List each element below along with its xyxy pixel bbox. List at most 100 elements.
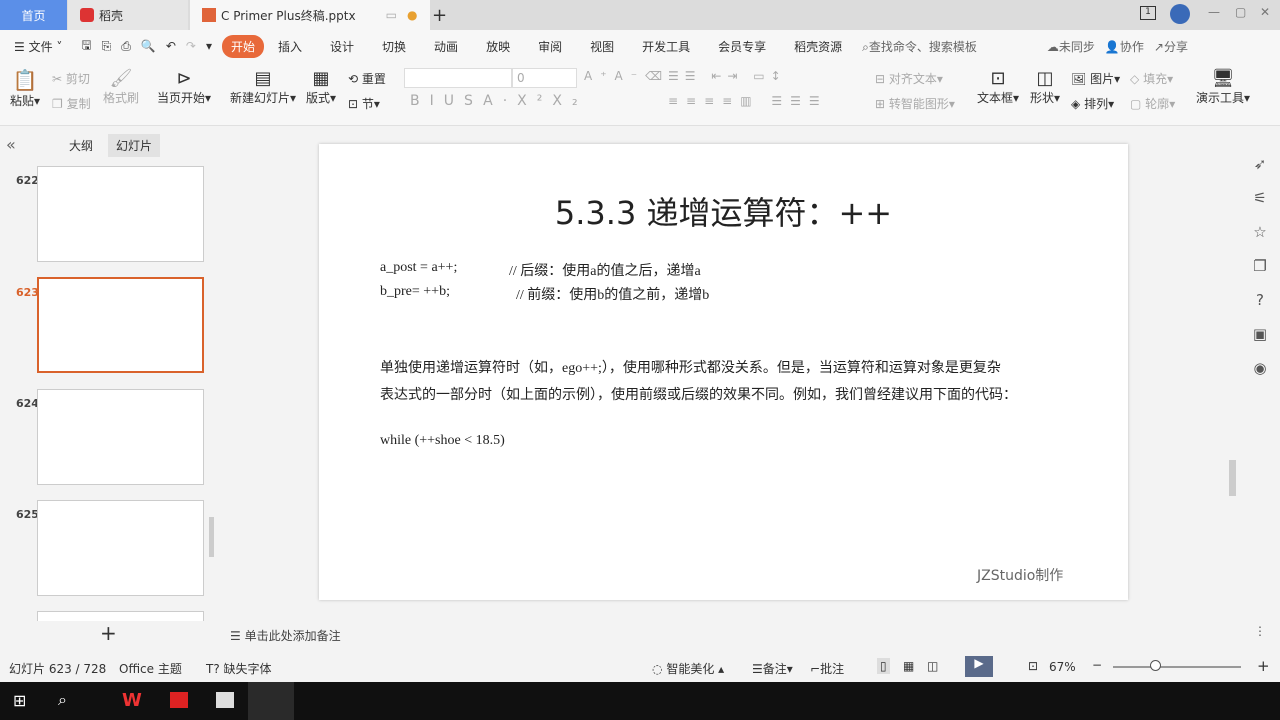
more-icon[interactable]: ⋮: [1250, 624, 1270, 644]
list-icons[interactable]: ☰☰ ⇤⇥ ▭↕: [668, 69, 787, 83]
slide-thumbnail[interactable]: [37, 389, 204, 485]
help-icon[interactable]: ?: [1250, 291, 1270, 311]
export-icon[interactable]: ⎘: [102, 39, 112, 54]
zoom-in-button[interactable]: +: [1257, 657, 1270, 675]
font-size-select[interactable]: 0: [512, 68, 577, 88]
zoom-slider-handle[interactable]: [1150, 660, 1161, 671]
slide-title[interactable]: 5.3.3 递增运算符：++: [319, 188, 1128, 234]
avatar[interactable]: [1170, 4, 1190, 24]
normal-view-icon[interactable]: ▯: [877, 658, 890, 674]
slide-thumbnail[interactable]: [37, 500, 204, 596]
paragraph-line-2[interactable]: 表达式的一部分时（如上面的示例），使用前缀或后缀的效果不同。例如，我们曾经建议用…: [380, 384, 1017, 404]
menu-start[interactable]: 开始: [221, 34, 264, 58]
slide-thumbnail-selected[interactable]: [37, 277, 204, 373]
tab-document[interactable]: C Primer Plus终稿.pptx ▭ ●: [190, 0, 430, 30]
zoom-slider[interactable]: [1113, 666, 1241, 668]
slide-scrollbar[interactable]: [1229, 460, 1236, 496]
notes-area[interactable]: ☰ 单击此处添加备注: [230, 627, 341, 644]
shape-button[interactable]: ◫ 形状▾: [1030, 68, 1060, 106]
preview-icon[interactable]: 🔍: [141, 39, 156, 53]
present-tools-button[interactable]: 🖥 演示工具▾: [1196, 68, 1250, 106]
menu-docer-resources[interactable]: 稻壳资源: [794, 38, 842, 55]
menu-view[interactable]: 视图: [590, 38, 614, 55]
thumbs-scrollbar[interactable]: [209, 517, 214, 557]
star-icon[interactable]: ☆: [1250, 223, 1270, 243]
outline-button[interactable]: ▢ 轮廓▾: [1130, 95, 1175, 112]
save-icon[interactable]: 🖫: [81, 36, 91, 57]
comment-line-1[interactable]: // 后缀：使用a的值之后，递增a: [509, 260, 701, 280]
close-button[interactable]: ✕: [1260, 5, 1270, 19]
location-icon[interactable]: ◉: [1250, 359, 1270, 379]
picture-button[interactable]: 🖼 图片▾: [1071, 70, 1120, 87]
print-icon[interactable]: ⎙: [121, 39, 131, 54]
section-button[interactable]: ⊡ 节▾: [348, 95, 380, 112]
undo-icon[interactable]: ↶: [166, 39, 176, 53]
cut-button[interactable]: ✂ 剪切: [52, 70, 90, 87]
menu-animation[interactable]: 动画: [434, 38, 458, 55]
arrange-button[interactable]: ◈ 排列▾: [1071, 95, 1114, 112]
settings-sliders-icon[interactable]: ⚟: [1250, 189, 1270, 209]
paragraph-line-1[interactable]: 单独使用递增运算符时（如，ego++;），使用哪种形式都没关系。但是，当运算符和…: [380, 357, 1001, 377]
fill-button[interactable]: ◇ 填充▾: [1130, 70, 1173, 87]
align-text-button[interactable]: ⊟ 对齐文本▾: [875, 70, 943, 87]
comments-button[interactable]: ⌐批注: [810, 660, 844, 677]
smartart-button[interactable]: ⊞ 转智能图形▾: [875, 95, 955, 112]
wps-app-icon[interactable]: W: [122, 690, 142, 711]
layout-button[interactable]: ▦ 版式▾: [306, 68, 336, 106]
play-from-current-button[interactable]: ⊳ 当页开始▾: [157, 68, 211, 106]
paste-button[interactable]: 📋 粘贴▾: [10, 68, 40, 109]
tab-docer[interactable]: 稻壳: [68, 0, 188, 30]
comment-line-2[interactable]: // 前缀：使用b的值之前，递增b: [516, 284, 709, 304]
new-slide-button[interactable]: ▤ 新建幻灯片▾: [230, 68, 296, 106]
collab-button[interactable]: 👤协作: [1105, 38, 1144, 55]
theme-name[interactable]: Office 主题: [119, 660, 182, 677]
code-line-2[interactable]: b_pre= ++b;: [380, 284, 450, 300]
menu-design[interactable]: 设计: [330, 38, 354, 55]
textbox-button[interactable]: ⊡ 文本框▾: [977, 68, 1019, 106]
sorter-view-icon[interactable]: ▦: [903, 659, 914, 673]
menu-review[interactable]: 审阅: [538, 38, 562, 55]
collapse-pane-icon[interactable]: «: [6, 135, 16, 154]
font-family-select[interactable]: [404, 68, 512, 88]
zoom-level[interactable]: 67%: [1049, 660, 1076, 674]
slide-thumbnail[interactable]: [37, 611, 204, 621]
beautify-button[interactable]: ◌ 智能美化 ▴: [652, 660, 724, 677]
add-slide-button[interactable]: +: [100, 621, 117, 645]
menu-insert[interactable]: 插入: [278, 38, 302, 55]
missing-font-button[interactable]: T? 缺失字体: [206, 660, 272, 677]
file-menu[interactable]: ☰ 文件 ˅: [14, 38, 62, 55]
image-icon[interactable]: ▣: [1250, 325, 1270, 345]
font-size-adjust-icons[interactable]: A⁺A⁻⌫: [584, 69, 670, 83]
reset-button[interactable]: ⟲ 重置: [348, 70, 386, 87]
presentation-app-icon[interactable]: [170, 692, 188, 708]
code-line-3[interactable]: while (++shoe < 18.5): [380, 433, 505, 449]
tab-slides[interactable]: 幻灯片: [108, 134, 161, 157]
search-command[interactable]: ⌕查找命令、搜索模板: [862, 38, 977, 55]
slide-thumbnail[interactable]: [37, 166, 204, 262]
redo-icon[interactable]: ↷: [186, 39, 196, 53]
search-taskbar-icon[interactable]: ⌕: [58, 690, 67, 710]
slides-icon[interactable]: ❐: [1250, 257, 1270, 277]
share-button[interactable]: ↗分享: [1154, 38, 1188, 55]
text-format-icons[interactable]: BIUSA·X²X₂: [410, 93, 588, 109]
new-tab-button[interactable]: +: [432, 0, 447, 30]
monitor-icon[interactable]: ▭: [386, 8, 397, 22]
rocket-icon[interactable]: ➶: [1250, 155, 1270, 175]
more-dropdown-icon[interactable]: ▾: [206, 39, 212, 53]
minimize-button[interactable]: —: [1208, 5, 1220, 19]
copy-button[interactable]: ❐ 复制: [52, 95, 91, 112]
reading-view-icon[interactable]: ◫: [927, 659, 938, 673]
menu-transition[interactable]: 切换: [382, 38, 406, 55]
slide-footer[interactable]: JZStudio制作: [977, 565, 1063, 585]
format-painter-button[interactable]: 🖌 格式刷: [103, 68, 139, 106]
notes-toggle-button[interactable]: ☰备注▾: [752, 660, 793, 677]
sync-button[interactable]: ☁未同步: [1047, 38, 1095, 55]
slide-canvas[interactable]: 5.3.3 递增运算符：++ a_post = a++; // 后缀：使用a的值…: [319, 144, 1128, 600]
window-count-badge[interactable]: 1: [1140, 6, 1156, 20]
code-line-1[interactable]: a_post = a++;: [380, 260, 457, 276]
window-app-icon[interactable]: [216, 692, 234, 708]
fit-window-icon[interactable]: ⊡: [1028, 659, 1038, 673]
menu-developer[interactable]: 开发工具: [642, 38, 690, 55]
maximize-button[interactable]: ▢: [1235, 5, 1246, 19]
zoom-out-button[interactable]: −: [1092, 658, 1102, 672]
